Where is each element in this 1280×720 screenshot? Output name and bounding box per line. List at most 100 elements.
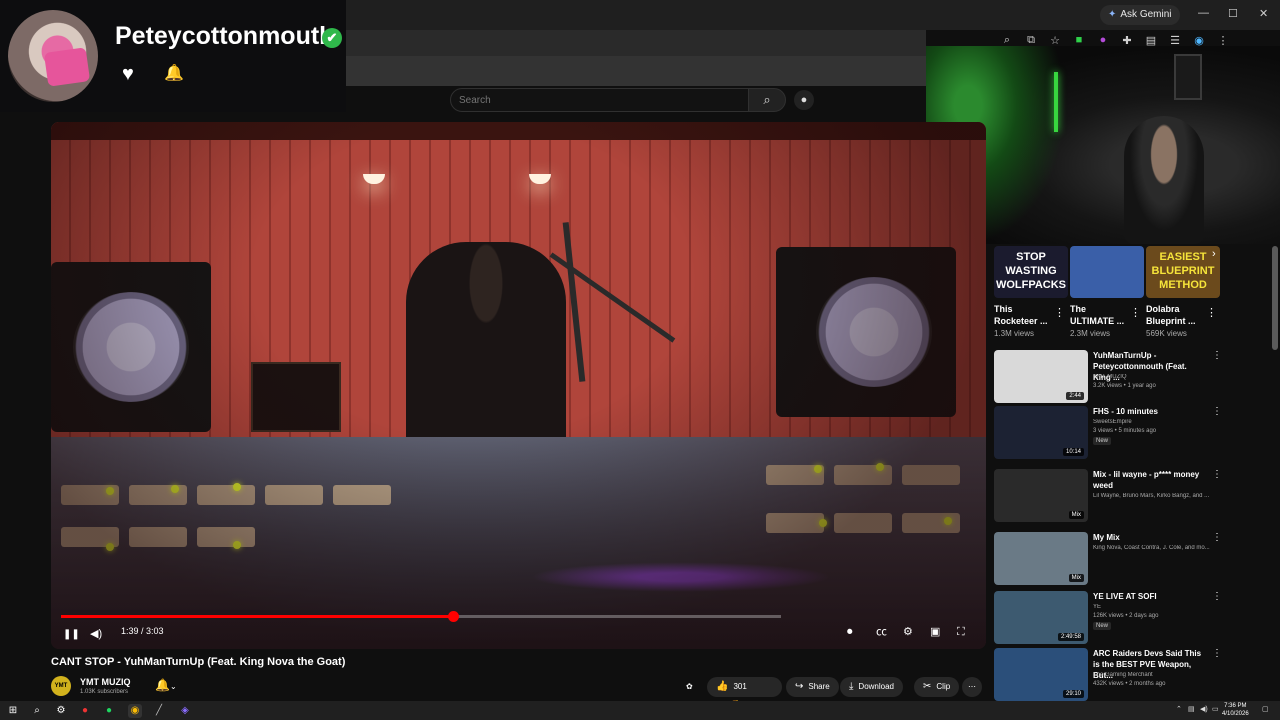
profile-icon[interactable]: ◉ [1192, 34, 1206, 52]
app-icon[interactable]: ● [78, 704, 92, 718]
search-button[interactable]: ⌕ [748, 88, 786, 112]
more-options-icon[interactable]: ⋮ [1206, 306, 1217, 319]
tabs-icon[interactable]: ☰ [1168, 34, 1182, 52]
star-icon[interactable]: ☆ [1048, 34, 1062, 52]
channel-name[interactable]: The Gaming Merchant [1093, 672, 1219, 678]
short-thumbnail[interactable]: STOP WASTING WOLFPACKS [994, 246, 1068, 298]
settings-button[interactable]: ⚙ [903, 626, 913, 638]
volume-button[interactable]: ◀) [90, 624, 102, 642]
video-title[interactable]: YE LIVE AT SOFI [1093, 591, 1205, 602]
download-button[interactable]: ⤓ Download [840, 677, 903, 697]
channel-avatar[interactable]: YMT [51, 676, 71, 696]
chevron-right-icon[interactable]: › [1212, 248, 1216, 260]
clip-button[interactable]: ✂ Clip [914, 677, 960, 697]
channel-name[interactable]: YE [1093, 604, 1219, 610]
short-title[interactable]: This Rocketeer ... [994, 303, 1054, 327]
spotify-icon[interactable]: ● [102, 704, 116, 718]
video-thumbnail[interactable]: 2:44 [994, 350, 1088, 403]
extension-green-icon[interactable]: ■ [1072, 34, 1086, 52]
video-thumbnail[interactable]: Mix [994, 532, 1088, 585]
subscription-bell-button[interactable]: 🔔⌄ [155, 678, 177, 692]
miniplayer-button[interactable]: ▣ [930, 626, 940, 638]
channel-name[interactable]: YMT MUZIQ [80, 677, 131, 687]
video-thumbnail[interactable]: 29:10 [994, 648, 1088, 701]
app-icon[interactable]: ╱ [152, 704, 166, 718]
tray-chevron-icon[interactable]: ⌃ [1176, 705, 1182, 713]
channel-name[interactable]: YMT MUZIQ [1093, 374, 1219, 380]
search-icon[interactable]: ⌕ [30, 704, 44, 718]
ask-gemini-button[interactable]: ✦ Ask Gemini [1100, 5, 1180, 25]
video-player[interactable]: ❚❚ ◀) 1:39 / 3:03 ⏺ ㏄ ⚙ ▣ ⛶ [51, 122, 986, 649]
thumbs-up-icon[interactable]: 👍 [716, 681, 728, 692]
close-button[interactable]: ✕ [1259, 7, 1268, 20]
progress-bar[interactable] [61, 611, 781, 622]
recommended-item[interactable]: 29:10 ARC Raiders Devs Said This is the B… [994, 648, 1224, 704]
maximize-button[interactable]: ☐ [1228, 7, 1238, 20]
more-options-icon[interactable]: ⋮ [1212, 406, 1222, 417]
channel-name[interactable]: Lil Wayne, Bruno Mars, Kirko Bangz, and … [1093, 493, 1219, 499]
sidebar-scrollbar[interactable] [1272, 246, 1278, 350]
more-actions-button[interactable]: ⋯ [962, 677, 982, 697]
captions-button[interactable]: ㏄ [876, 626, 887, 638]
video-meta: 3.2K views • 1 year ago [1093, 383, 1156, 389]
voice-search-button[interactable]: ● [794, 90, 814, 110]
new-badge: New [1093, 437, 1112, 445]
recommended-item[interactable]: 2:49:58 YE LIVE AT SOFI YE 126K views • 2 d… [994, 591, 1224, 647]
like-count[interactable]: 301 [733, 682, 746, 691]
recommended-item[interactable]: 10:14 FHS - 10 minutes SweetsEmpire 3 views… [994, 406, 1224, 462]
short-thumbnail[interactable] [1070, 246, 1144, 298]
notification-icon[interactable]: ▢ [1262, 705, 1269, 713]
channel-name[interactable]: SweetsEmpire [1093, 419, 1219, 425]
more-options-icon[interactable]: ⋮ [1212, 648, 1222, 659]
menu-icon[interactable]: ⋮ [1216, 34, 1230, 52]
battery-icon[interactable]: ▭ [1212, 705, 1219, 713]
autoplay-toggle[interactable]: ⏺ [847, 626, 853, 638]
minimize-button[interactable]: — [1198, 7, 1209, 19]
sidepanel-icon[interactable]: ▤ [1144, 34, 1158, 52]
more-options-icon[interactable]: ⋮ [1054, 306, 1065, 319]
video-duration: 2:49:58 [1057, 633, 1084, 641]
video-title[interactable]: My Mix [1093, 532, 1205, 543]
gear-icon: ⚙ [903, 626, 913, 638]
channel-name[interactable]: King Nova, Coast Contra, J. Cole, and mo… [1093, 545, 1219, 551]
install-icon[interactable]: ⧉ [1024, 34, 1038, 52]
zoom-icon[interactable]: ⌕ [1000, 34, 1014, 52]
app-icon[interactable]: ⚙ [54, 704, 68, 718]
short-thumbnail[interactable]: EASIEST BLUEPRINT METHOD [1146, 246, 1220, 298]
heart-icon[interactable]: ♥ [122, 64, 144, 84]
video-thumbnail[interactable]: Mix [994, 469, 1088, 522]
video-title[interactable]: FHS - 10 minutes [1093, 406, 1205, 417]
recommended-item[interactable]: Mix Mix - lil wayne - p**** money weed Lil… [994, 469, 1224, 525]
video-duration: Mix [1068, 511, 1084, 519]
windows-icon[interactable]: ⊞ [6, 704, 20, 718]
more-options-icon[interactable]: ⋮ [1212, 469, 1222, 480]
recommended-item[interactable]: 2:44 YuhManTurnUp - Peteycottonmouth (Fea… [994, 350, 1224, 406]
video-thumbnail[interactable]: 10:14 [994, 406, 1088, 459]
video-title[interactable]: Mix - lil wayne - p**** money weed [1093, 469, 1205, 491]
more-options-icon[interactable]: ⋮ [1212, 591, 1222, 602]
extension-icon[interactable]: ✿ [686, 677, 693, 697]
chrome-icon[interactable]: ◉ [128, 704, 142, 718]
video-thumbnail[interactable]: 2:49:58 [994, 591, 1088, 644]
short-title[interactable]: Dolabra Blueprint ... [1146, 303, 1206, 327]
puzzle-icon[interactable]: ✚ [1120, 34, 1134, 52]
short-title[interactable]: The ULTIMATE ... [1070, 303, 1130, 327]
network-icon[interactable]: ▤ [1188, 705, 1195, 713]
volume-icon[interactable]: ◀) [1200, 705, 1208, 713]
address-bar[interactable] [346, 30, 926, 56]
more-options-icon[interactable]: ⋮ [1130, 306, 1141, 319]
bell-icon[interactable]: 🔔 [164, 64, 184, 84]
search-input[interactable] [450, 88, 750, 112]
share-button[interactable]: ↪ Share [786, 677, 839, 697]
more-options-icon[interactable]: ⋮ [1212, 532, 1222, 543]
fullscreen-button[interactable]: ⛶ [957, 626, 965, 638]
more-options-icon[interactable]: ⋮ [1212, 350, 1222, 361]
recommended-item[interactable]: Mix My Mix King Nova, Coast Contra, J. Col… [994, 532, 1224, 588]
download-icon: ⤓ [849, 681, 854, 692]
extension-purple-icon[interactable]: ● [1096, 34, 1110, 52]
download-label: Download [858, 682, 894, 691]
app-icon[interactable]: ◈ [178, 704, 192, 718]
pause-button[interactable]: ❚❚ [63, 624, 80, 643]
clock[interactable]: 7:36 PM 4/10/2026 [1222, 702, 1249, 718]
streamer-avatar [8, 10, 98, 102]
